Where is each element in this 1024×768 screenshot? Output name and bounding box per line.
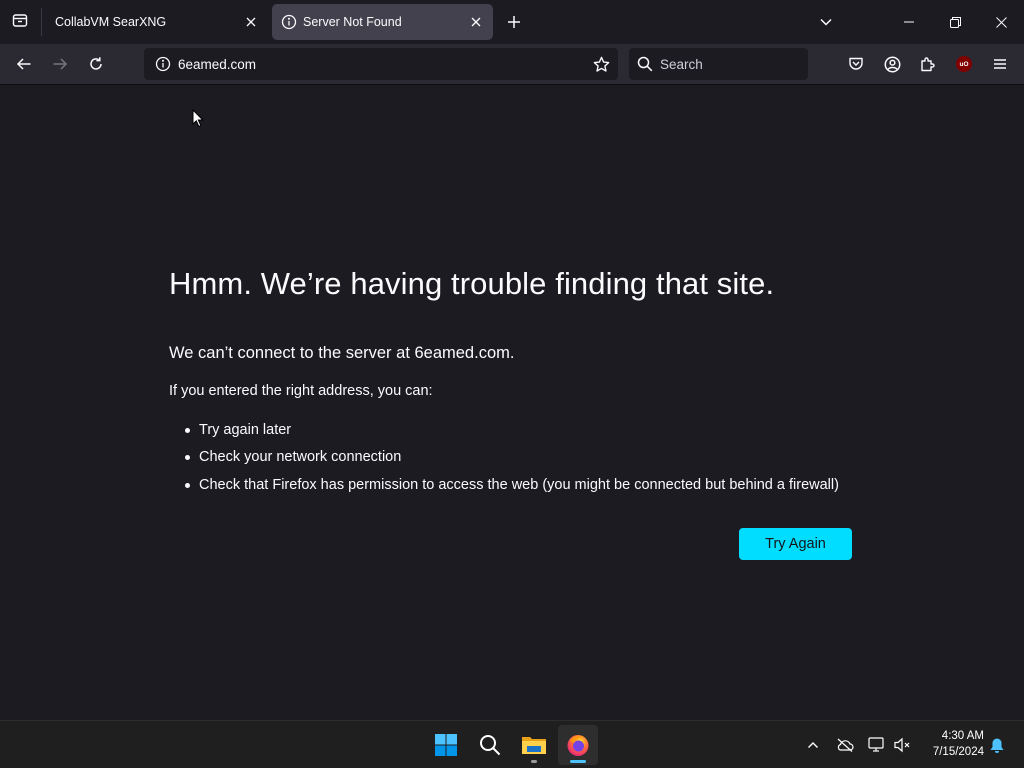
error-title: Hmm. We’re having trouble finding that s…	[169, 266, 775, 301]
cloud-offline-icon	[837, 738, 854, 752]
tab-title: CollabVM SearXNG	[55, 15, 167, 29]
bullet	[185, 482, 190, 488]
ublock-origin-icon: uO	[956, 56, 972, 72]
tab-server-not-found[interactable]: Server Not Found	[272, 4, 493, 40]
info-icon	[281, 14, 297, 30]
pocket-icon	[849, 57, 863, 70]
new-tab-button[interactable]	[500, 8, 528, 36]
clock-date: 7/15/2024	[932, 746, 984, 758]
search-placeholder: Search	[660, 56, 703, 72]
forward-button[interactable]	[45, 49, 75, 79]
back-button[interactable]	[9, 49, 39, 79]
search-icon	[480, 735, 501, 756]
suggestion-text: Try again later	[199, 421, 292, 438]
navigation-toolbar: 6eamed.com Search uO	[0, 44, 1024, 85]
onedrive-button[interactable]	[833, 733, 857, 757]
url-bar[interactable]: 6eamed.com	[144, 48, 618, 80]
tab-strip: CollabVM SearXNG Server Not Found	[0, 0, 1024, 44]
restore-icon	[949, 16, 961, 28]
start-button[interactable]	[426, 725, 466, 765]
minimize-icon	[904, 21, 914, 23]
suggestion-text: Check that Firefox has permission to acc…	[199, 476, 839, 493]
reload-icon	[90, 57, 102, 70]
volume-muted-icon	[894, 737, 910, 753]
list-item: Check that Firefox has permission to acc…	[185, 471, 839, 499]
file-explorer-button[interactable]	[514, 725, 554, 765]
show-hidden-icons-button[interactable]	[801, 733, 825, 757]
pocket-button[interactable]	[841, 49, 871, 79]
tab-close-button[interactable]	[239, 10, 263, 34]
windows-logo-icon	[435, 734, 457, 756]
hamburger-menu-icon	[994, 59, 1006, 69]
site-info-icon[interactable]	[148, 56, 178, 72]
account-button[interactable]	[877, 49, 907, 79]
firefox-icon	[567, 735, 589, 756]
chevron-up-icon	[808, 742, 818, 748]
firefox-view-button[interactable]	[4, 6, 36, 38]
bookmark-star-icon[interactable]	[586, 56, 616, 73]
list-all-tabs-button[interactable]	[812, 8, 840, 36]
back-arrow-icon	[16, 58, 31, 70]
clock[interactable]: 4:30 AM 7/15/2024	[916, 728, 984, 760]
network-icon	[868, 737, 884, 752]
network-button[interactable]	[865, 733, 889, 757]
taskbar: 4:30 AM 7/15/2024	[0, 720, 1024, 768]
suggestion-list: Try again later Check your network conne…	[185, 416, 839, 499]
list-item: Try again later	[185, 416, 839, 444]
account-icon	[884, 56, 900, 72]
close-icon	[246, 17, 256, 27]
mouse-cursor-icon	[192, 108, 204, 133]
minimize-button[interactable]	[886, 0, 932, 44]
close-icon	[471, 17, 481, 27]
tab-collabvm-searxng[interactable]: CollabVM SearXNG	[42, 4, 268, 40]
bell-icon	[990, 738, 1004, 753]
notifications-button[interactable]	[985, 733, 1009, 757]
puzzle-icon	[921, 57, 935, 72]
volume-button[interactable]	[890, 733, 914, 757]
ublock-origin-button[interactable]: uO	[949, 49, 979, 79]
active-indicator	[570, 760, 586, 763]
running-indicator	[531, 760, 537, 763]
bullet	[185, 455, 190, 461]
url-text[interactable]: 6eamed.com	[178, 57, 586, 72]
error-intro: If you entered the right address, you ca…	[169, 383, 433, 399]
reload-button[interactable]	[81, 49, 111, 79]
restore-button[interactable]	[932, 0, 978, 44]
forward-arrow-icon	[53, 58, 68, 70]
close-icon	[995, 16, 1007, 28]
folder-icon	[522, 737, 546, 754]
page-content: Hmm. We’re having trouble finding that s…	[0, 85, 1024, 720]
bullet	[185, 427, 190, 433]
chevron-down-icon	[820, 18, 832, 26]
tab-close-button[interactable]	[464, 10, 488, 34]
try-again-button[interactable]: Try Again	[739, 528, 852, 560]
search-bar[interactable]: Search	[629, 48, 808, 80]
list-item: Check your network connection	[185, 444, 839, 472]
clock-time: 4:30 AM	[941, 730, 984, 742]
firefox-view-icon	[12, 12, 28, 33]
tab-title: Server Not Found	[303, 15, 402, 29]
app-menu-button[interactable]	[985, 49, 1015, 79]
extensions-button[interactable]	[913, 49, 943, 79]
close-window-button[interactable]	[978, 0, 1024, 44]
firefox-taskbar-button[interactable]	[558, 725, 598, 765]
error-short-description: We can’t connect to the server at 6eamed…	[169, 344, 515, 362]
plus-icon	[508, 16, 520, 28]
search-taskbar-button[interactable]	[470, 725, 510, 765]
suggestion-text: Check your network connection	[199, 449, 402, 466]
search-icon	[637, 56, 655, 72]
